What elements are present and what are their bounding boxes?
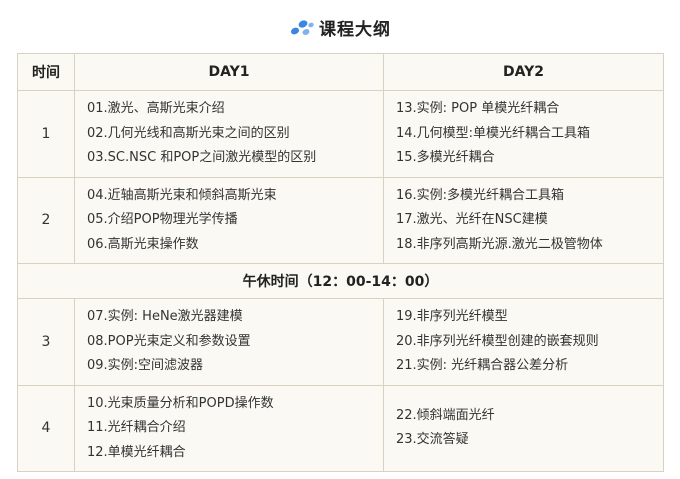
topic-item: 08.POP光束定义和参数设置 [87,333,251,349]
topic-item: 18.非序列高斯光源.激光二极管物体 [396,236,603,252]
session-number: 3 [17,298,75,386]
page-title: 课程大纲 [319,19,391,40]
topic-item: 12.单模光纤耦合 [87,444,186,460]
session-number: 1 [17,90,75,178]
topic-item: 03.SC.NSC 和POP之间激光模型的区别 [87,150,317,165]
day1-topics: 04.近轴高斯光束和倾斜高斯光束 05.介绍POP物理光学传播 06.高斯光束操… [74,176,384,264]
topic-item: 19.非序列光纤模型 [396,309,508,324]
day2-topics: 16.实例:多模光纤耦合工具箱 17.激光、光纤在NSC建模 18.非序列高斯光… [383,176,664,264]
day1-topics: 07.实例: HeNe激光器建模 08.POP光束定义和参数设置 09.实例:空… [74,298,384,386]
table-row: 1 01.激光、高斯光束介绍 02.几何光线和高斯光束之间的区别 03.SC.N… [17,90,664,178]
topic-item: 01.激光、高斯光束介绍 [87,101,225,116]
topic-item: 05.介绍POP物理光学传播 [87,212,238,227]
topic-item: 10.光束质量分析和POPD操作数 [87,395,274,411]
syllabus-table: 时间 DAY1 DAY2 1 01.激光、高斯光束介绍 02.几何光线和高斯光束… [17,53,664,472]
topic-item: 02.几何光线和高斯光束之间的区别 [87,125,290,141]
table-row: 2 04.近轴高斯光束和倾斜高斯光束 05.介绍POP物理光学传播 06.高斯光… [17,176,664,264]
topic-item: 04.近轴高斯光束和倾斜高斯光束 [87,187,277,203]
topic-item: 07.实例: HeNe激光器建模 [87,309,243,324]
cloud-dots-icon [289,16,315,38]
topic-item: 14.几何模型:单模光纤耦合工具箱 [396,125,591,141]
day2-topics: 22.倾斜端面光纤 23.交流答疑 [383,384,664,472]
session-number: 4 [17,384,75,472]
topic-item: 11.光纤耦合介绍 [87,420,186,435]
topic-item: 23.交流答疑 [396,432,469,448]
topic-item: 20.非序列光纤模型创建的嵌套规则 [396,333,599,349]
header-day1: DAY1 [74,53,384,91]
topic-item: 16.实例:多模光纤耦合工具箱 [396,187,565,203]
header-session: 时间 [17,53,75,91]
lunch-break: 午休时间（12：00-14：00） [17,263,664,299]
table-row: 4 10.光束质量分析和POPD操作数 11.光纤耦合介绍 12.单模光纤耦合 … [17,384,664,472]
day1-topics: 01.激光、高斯光束介绍 02.几何光线和高斯光束之间的区别 03.SC.NSC… [74,90,384,178]
day2-topics: 19.非序列光纤模型 20.非序列光纤模型创建的嵌套规则 21.实例: 光纤耦合… [383,298,664,386]
header-day2: DAY2 [383,53,664,91]
topic-item: 22.倾斜端面光纤 [396,407,495,423]
day2-topics: 13.实例: POP 单模光纤耦合 14.几何模型:单模光纤耦合工具箱 15.多… [383,90,664,178]
table-header-row: 时间 DAY1 DAY2 [17,53,664,91]
session-number: 2 [17,176,75,264]
topic-item: 13.实例: POP 单模光纤耦合 [396,101,560,116]
topic-item: 06.高斯光束操作数 [87,236,199,252]
topic-item: 21.实例: 光纤耦合器公差分析 [396,358,569,373]
lunch-break-row: 午休时间（12：00-14：00） [17,263,664,299]
page-header: 课程大纲 [0,10,680,44]
table-row: 3 07.实例: HeNe激光器建模 08.POP光束定义和参数设置 09.实例… [17,298,664,386]
topic-item: 17.激光、光纤在NSC建模 [396,212,548,227]
day1-topics: 10.光束质量分析和POPD操作数 11.光纤耦合介绍 12.单模光纤耦合 [74,384,384,472]
topic-item: 09.实例:空间滤波器 [87,358,204,373]
topic-item: 15.多模光纤耦合 [396,150,495,165]
